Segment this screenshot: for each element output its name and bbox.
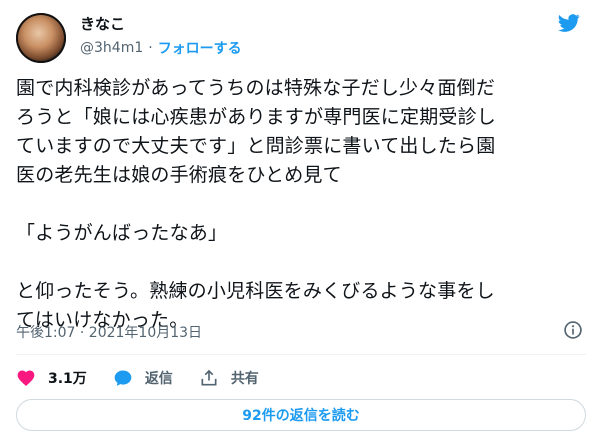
action-bar: 3.1万 返信 共有: [16, 366, 285, 390]
read-replies-button[interactable]: 92件の返信を読む: [16, 399, 586, 431]
reply-label: 返信: [144, 371, 173, 387]
twitter-bird-icon[interactable]: [556, 12, 582, 34]
share-button[interactable]: 共有: [199, 368, 259, 388]
reply-bubble-icon: [114, 370, 132, 386]
separator-dot: ·: [148, 40, 153, 56]
author-handle[interactable]: @3h4m1: [80, 40, 143, 56]
reply-button[interactable]: 返信: [113, 368, 173, 388]
tweet-text: 園で内科検診があってうちのは特殊な子だし少々面倒だ ろうと「娘には心疾患がありま…: [16, 77, 497, 331]
likes-count: 3.1万: [48, 371, 87, 387]
author-display-name[interactable]: きなこ: [80, 13, 125, 34]
heart-icon: [17, 370, 35, 386]
share-label: 共有: [230, 371, 259, 387]
divider: [16, 354, 586, 355]
share-icon: [201, 369, 217, 386]
avatar[interactable]: [16, 13, 66, 63]
info-icon[interactable]: [563, 320, 583, 340]
like-button[interactable]: 3.1万: [16, 368, 87, 388]
tweet-timestamp[interactable]: 午後1:07 · 2021年10月13日: [16, 322, 202, 342]
tweet-card: きなこ @3h4m1 · フォローする 園で内科検診があってうちのは特殊な子だし…: [0, 0, 602, 444]
author-handle-row: @3h4m1 · フォローする: [80, 38, 242, 58]
follow-button[interactable]: フォローする: [158, 38, 242, 58]
